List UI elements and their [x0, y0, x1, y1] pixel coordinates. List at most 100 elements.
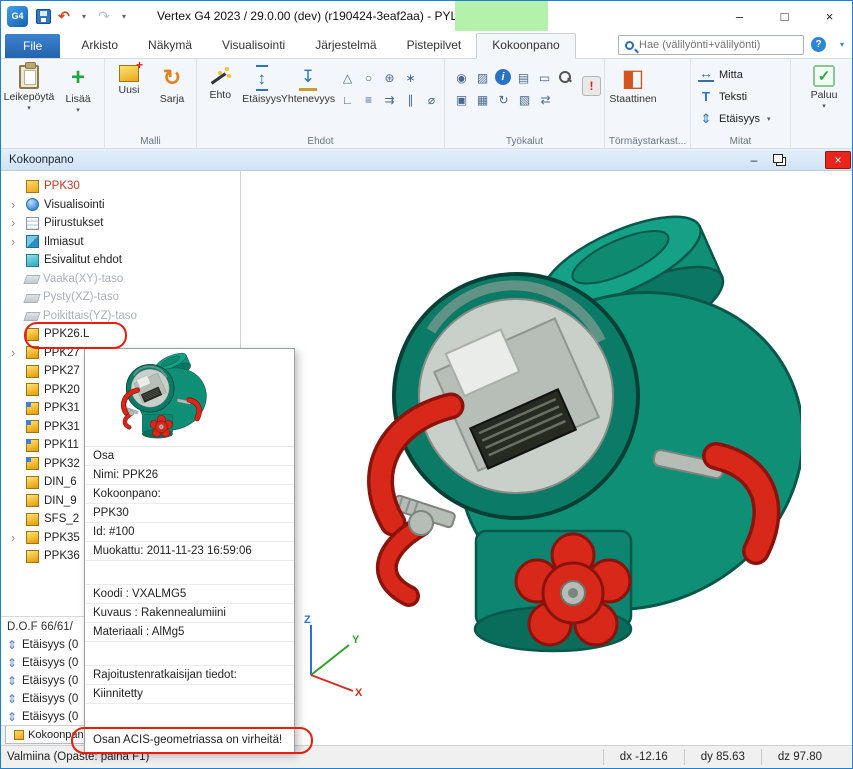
caliper-icon: ↔	[698, 67, 714, 82]
save-icon[interactable]	[36, 9, 51, 24]
tab-n-kym[interactable]: Näkymä	[133, 34, 207, 58]
tooltip-row: Kiinnitetty	[85, 685, 294, 704]
tree-item-pysty-xz-taso[interactable]: Pysty(XZ)-taso	[1, 288, 240, 307]
doc-minimize-button[interactable]: –	[741, 151, 767, 169]
small-icon-grid: ◉▨i▤▭ ▣▦↻▧⇄	[452, 62, 575, 109]
3d-viewport[interactable]: Z Y X	[241, 171, 852, 745]
big-button-lis[interactable]: +Lisää▾	[55, 62, 101, 132]
tree-item-esivalitut-ehdot[interactable]: Esivalitut ehdot	[1, 251, 240, 270]
big-button-leikep-yt[interactable]: Leikepöytä▾	[4, 62, 54, 132]
redo-icon[interactable]: ↷	[97, 7, 111, 25]
small-button-mitta[interactable]: ↔Mitta	[694, 64, 774, 85]
search-icon	[625, 41, 634, 50]
frame-icon[interactable]: ▭	[535, 68, 554, 87]
angle-constraint-icon[interactable]: △	[338, 68, 357, 87]
warning-icon[interactable]: !	[582, 76, 601, 96]
rotate-icon[interactable]: ↻	[494, 90, 513, 109]
perpendicular-constraint-icon[interactable]: ∟	[338, 90, 357, 109]
3d-model-valve[interactable]	[301, 211, 801, 681]
undo-caret-icon[interactable]: ▾	[77, 7, 91, 25]
tree-item-piirustukset[interactable]: › Piirustukset	[1, 214, 240, 233]
tree-expand-arrow-icon[interactable]: ›	[11, 236, 24, 248]
tab-kokoonpano[interactable]: Kokoonpano	[476, 33, 575, 59]
part-icon	[26, 328, 39, 341]
big-button-staattinen[interactable]: ◧Staattinen	[608, 62, 658, 132]
static-collision-icon: ◧	[622, 65, 645, 91]
ribbon-group-g1: Leikepöytä▾+Lisää▾	[1, 59, 105, 148]
tooltip-row: Id: #100	[85, 523, 294, 542]
grid-icon[interactable]: ▦	[473, 90, 492, 109]
small-icon-grid: △○⊛∗ ∟≡⇉∥⌀	[338, 62, 441, 109]
zoom-icon[interactable]	[556, 68, 575, 87]
ribbon-group-body: Ehto ↕Etäisyys↧Yhtenevyys △○⊛∗ ∟≡⇉∥⌀	[200, 62, 441, 134]
tree-item-label: PPK26.L	[44, 328, 89, 340]
capture-icon[interactable]: ◉	[452, 68, 471, 87]
status-coordinate: dx -12.16	[603, 749, 684, 765]
small-icon-row: △○⊛∗	[338, 68, 441, 87]
axis-triad: Z Y X	[289, 611, 367, 697]
tab-j-rjestelm[interactable]: Järjestelmä	[300, 34, 391, 58]
ribbon-group-label: Ehdot	[197, 136, 444, 147]
tree-expand-arrow-icon[interactable]: ›	[11, 217, 24, 229]
parallel-constraint-icon[interactable]: ∥	[401, 90, 420, 109]
symmetry-constraint-icon[interactable]: ⊛	[380, 68, 399, 87]
status-coordinate: dy 85.63	[684, 749, 761, 765]
doc-close-button[interactable]: ×	[825, 151, 851, 169]
maximize-button[interactable]: □	[762, 1, 807, 31]
button-label: Ehto	[209, 89, 231, 101]
part-icon	[26, 494, 39, 507]
tree-item-vaaka-xy-taso[interactable]: Vaaka(XY)-taso	[1, 270, 240, 289]
ribbon-group-label: Törmäystarkast...	[605, 136, 690, 147]
small-button-teksti[interactable]: TTeksti	[694, 86, 774, 107]
pattern-constraint-icon[interactable]: ∗	[401, 68, 420, 87]
tree-item-label: PPK20	[44, 384, 80, 396]
component-icon[interactable]: ▣	[452, 90, 471, 109]
big-button-et-isyys[interactable]: ↕Etäisyys	[242, 62, 283, 132]
big-button-sarja[interactable]: ↻Sarja	[151, 62, 193, 132]
undo-icon[interactable]: ↶	[57, 7, 71, 25]
big-button-ehto[interactable]: Ehto	[200, 62, 241, 132]
minimize-button[interactable]: –	[717, 1, 762, 31]
tree-expand-arrow-icon[interactable]: ›	[11, 532, 24, 544]
search-input[interactable]	[639, 39, 799, 51]
tree-item-poikittais-yz-taso[interactable]: Poikittais(YZ)-taso	[1, 307, 240, 326]
circle-constraint-icon[interactable]: ○	[359, 68, 378, 87]
tree-expand-arrow-icon[interactable]: ›	[11, 199, 24, 211]
swap-icon[interactable]: ⇄	[536, 90, 555, 109]
diameter-constraint-icon[interactable]: ⌀	[422, 90, 441, 109]
info-icon[interactable]: i	[495, 69, 511, 85]
tree-root-ppk30[interactable]: PPK30	[1, 177, 240, 196]
tree-item-visualisointi[interactable]: ›Visualisointi	[1, 196, 240, 215]
tree-item-ppk26-l[interactable]: PPK26.L	[1, 325, 240, 344]
tooltip-row: Materiaali : AlMg5	[85, 623, 294, 642]
parallel-arrows-constraint-icon[interactable]: ⇉	[380, 90, 399, 109]
tree-item-ilmiasut[interactable]: ›Ilmiasut	[1, 233, 240, 252]
new-part-icon	[119, 65, 139, 82]
ribbon-group-label: Työkalut	[445, 136, 604, 147]
tree-item-label: PPK32	[44, 458, 80, 470]
big-button-uusi[interactable]: Uusi	[108, 62, 150, 132]
tree-expand-arrow-icon[interactable]: ›	[11, 347, 24, 359]
help-icon[interactable]: ?	[811, 37, 826, 52]
shading-icon[interactable]: ▨	[473, 68, 492, 87]
big-button-yhtenevyys[interactable]: ↧Yhtenevyys	[283, 62, 333, 132]
doc-restore-button[interactable]	[767, 151, 793, 169]
app-logo-icon[interactable]: G4	[7, 6, 28, 27]
small-button-et-isyys[interactable]: ⇕Etäisyys▾	[694, 108, 774, 129]
tab-arkisto[interactable]: Arkisto	[66, 34, 133, 58]
button-label: Etäisyys	[242, 93, 281, 105]
tab-visualisointi[interactable]: Visualisointi	[207, 34, 300, 58]
close-button[interactable]: ×	[807, 1, 852, 31]
help-caret-icon[interactable]: ▾	[840, 40, 844, 49]
panel-icon[interactable]: ▤	[514, 68, 533, 87]
assembly-icon	[14, 730, 24, 740]
equal-constraint-icon[interactable]: ≡	[359, 90, 378, 109]
tab-file[interactable]: File	[5, 34, 60, 58]
big-button-paluu[interactable]: ✓Paluu▾	[799, 62, 849, 132]
tab-pistepilvet[interactable]: Pistepilvet	[392, 34, 477, 58]
search-box	[618, 35, 804, 55]
button-label: Uusi	[118, 84, 139, 96]
hatch-icon[interactable]: ▧	[515, 90, 534, 109]
toolbar-caret-icon[interactable]: ▾	[117, 7, 131, 25]
tree-item-label: Piirustukset	[44, 217, 103, 229]
